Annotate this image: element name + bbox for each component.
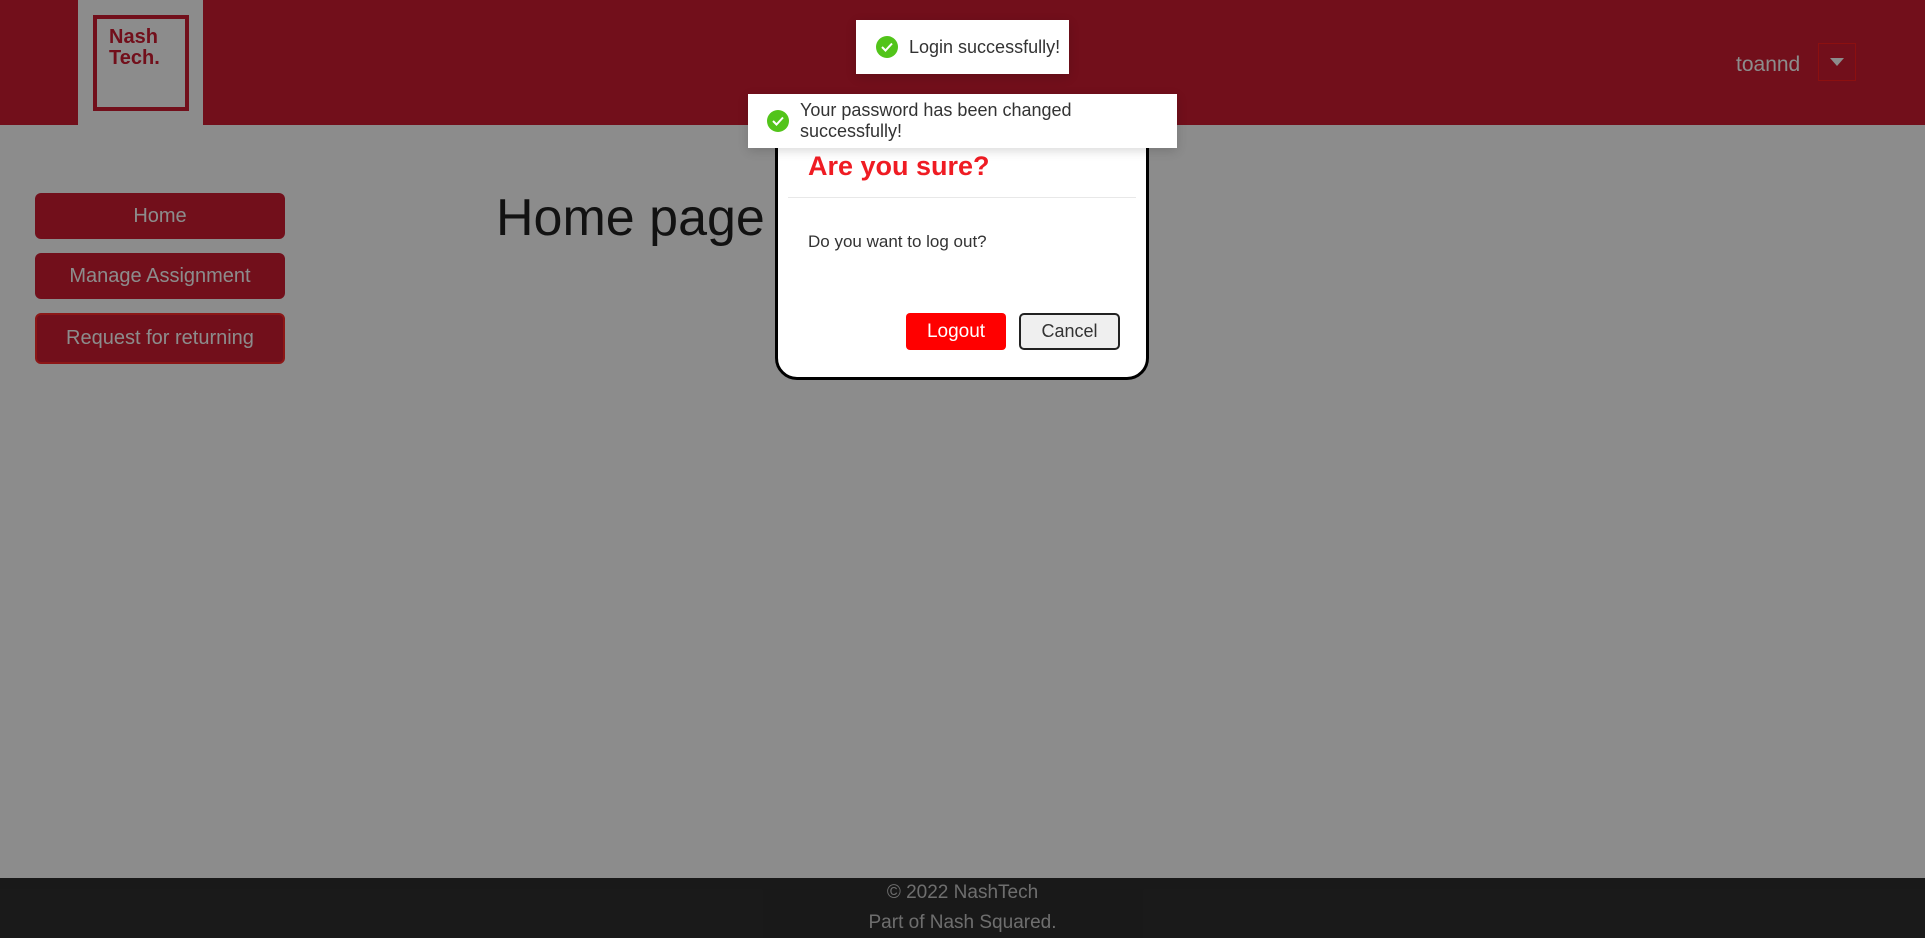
logout-confirm-dialog: Are you sure? Do you want to log out? Lo… xyxy=(775,112,1149,380)
dialog-title: Are you sure? xyxy=(808,151,990,181)
logout-button[interactable]: Logout xyxy=(906,313,1006,350)
toast-login-success: Login successfully! xyxy=(856,20,1069,74)
toast-message: Your password has been changed successfu… xyxy=(800,100,1072,141)
check-circle-icon xyxy=(767,110,789,132)
toast-message: Login successfully! xyxy=(909,36,1061,57)
dialog-message: Do you want to log out? xyxy=(808,232,987,251)
check-circle-icon xyxy=(876,36,898,58)
cancel-button[interactable]: Cancel xyxy=(1019,313,1120,350)
toast-password-changed: Your password has been changed successfu… xyxy=(748,94,1177,148)
